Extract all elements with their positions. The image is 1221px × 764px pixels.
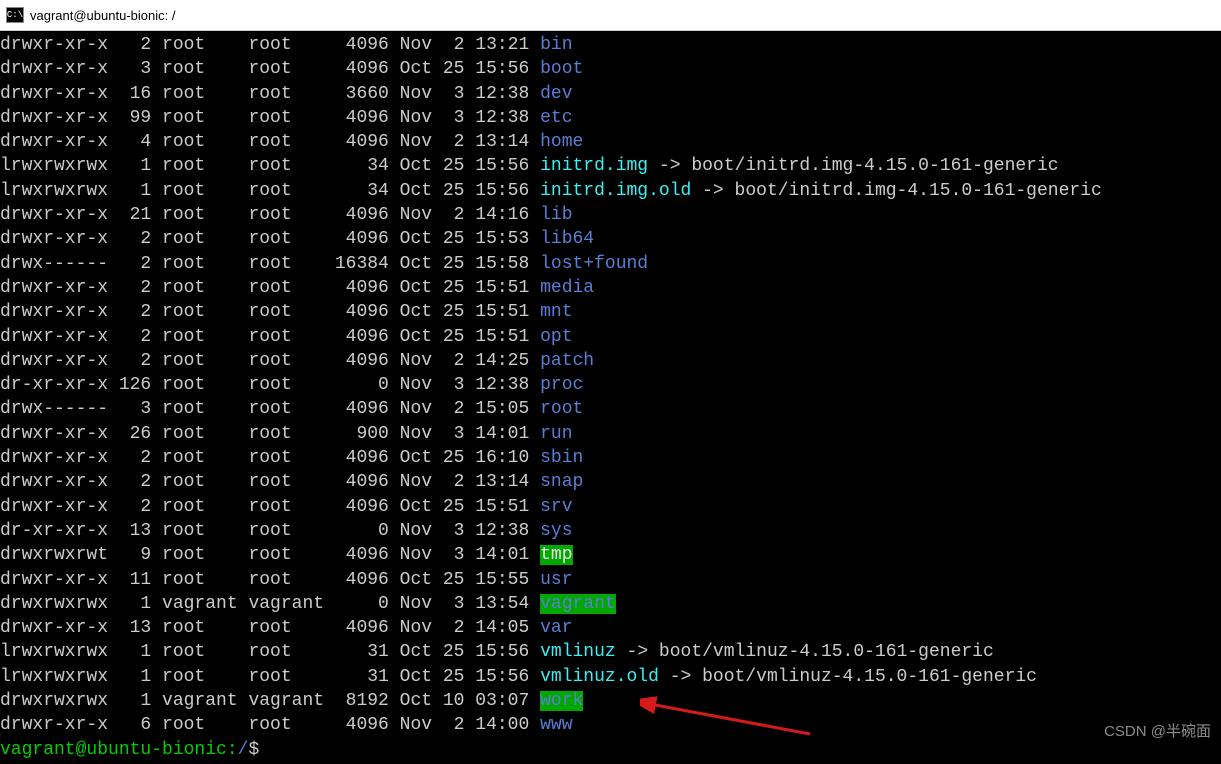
terminal-output[interactable]: drwxr-xr-x 2 root root 4096 Nov 2 13:21 … (0, 31, 1221, 764)
file-name: usr (540, 570, 572, 590)
ls-row: drwxrwxrwt 9 root root 4096 Nov 3 14:01 … (0, 543, 1221, 567)
file-name: initrd.img.old (540, 181, 691, 201)
window-titlebar: C:\ vagrant@ubuntu-bionic: / (0, 0, 1221, 31)
file-name: root (540, 399, 583, 419)
ls-row: drwxr-xr-x 99 root root 4096 Nov 3 12:38… (0, 106, 1221, 130)
file-name: boot (540, 59, 583, 79)
ls-row: drwxr-xr-x 2 root root 4096 Oct 25 15:53… (0, 227, 1221, 251)
file-name: www (540, 715, 572, 735)
symlink-arrow: -> boot/initrd.img-4.15.0-161-generic (691, 181, 1101, 201)
ls-row: lrwxrwxrwx 1 root root 34 Oct 25 15:56 i… (0, 154, 1221, 178)
terminal-app-icon: C:\ (6, 7, 24, 23)
file-name: patch (540, 351, 594, 371)
ls-row: lrwxrwxrwx 1 root root 31 Oct 25 15:56 v… (0, 665, 1221, 689)
file-name: home (540, 132, 583, 152)
ls-row: drwxr-xr-x 11 root root 4096 Oct 25 15:5… (0, 568, 1221, 592)
ls-row: drwxr-xr-x 4 root root 4096 Nov 2 13:14 … (0, 130, 1221, 154)
ls-row: drwxr-xr-x 2 root root 4096 Nov 2 13:21 … (0, 33, 1221, 57)
ls-row: drwxr-xr-x 2 root root 4096 Nov 2 13:14 … (0, 470, 1221, 494)
symlink-arrow: -> boot/initrd.img-4.15.0-161-generic (648, 156, 1058, 176)
window-title: vagrant@ubuntu-bionic: / (30, 8, 175, 23)
file-name: lib64 (540, 229, 594, 249)
file-name: srv (540, 497, 572, 517)
ls-row: drwxr-xr-x 2 root root 4096 Oct 25 15:51… (0, 276, 1221, 300)
ls-row: dr-xr-xr-x 13 root root 0 Nov 3 12:38 sy… (0, 519, 1221, 543)
file-name: vmlinuz (540, 642, 616, 662)
ls-row: drwxr-xr-x 3 root root 4096 Oct 25 15:56… (0, 57, 1221, 81)
ls-row: drwxrwxrwx 1 vagrant vagrant 8192 Oct 10… (0, 689, 1221, 713)
ls-row: drwxr-xr-x 16 root root 3660 Nov 3 12:38… (0, 82, 1221, 106)
shell-prompt[interactable]: vagrant@ubuntu-bionic:/$ (0, 738, 1221, 762)
file-name: vagrant (540, 594, 616, 614)
ls-row: drwxr-xr-x 2 root root 4096 Nov 2 14:25 … (0, 349, 1221, 373)
ls-row: drwxr-xr-x 26 root root 900 Nov 3 14:01 … (0, 422, 1221, 446)
file-name: vmlinuz.old (540, 667, 659, 687)
file-name: mnt (540, 302, 572, 322)
ls-row: drwx------ 3 root root 4096 Nov 2 15:05 … (0, 397, 1221, 421)
file-name: lib (540, 205, 572, 225)
file-name: sbin (540, 448, 583, 468)
ls-row: drwxr-xr-x 2 root root 4096 Oct 25 15:51… (0, 495, 1221, 519)
file-name: var (540, 618, 572, 638)
ls-row: drwxr-xr-x 21 root root 4096 Nov 2 14:16… (0, 203, 1221, 227)
ls-output: drwxr-xr-x 2 root root 4096 Nov 2 13:21 … (0, 33, 1221, 738)
ls-row: lrwxrwxrwx 1 root root 31 Oct 25 15:56 v… (0, 640, 1221, 664)
file-name: etc (540, 108, 572, 128)
file-name: run (540, 424, 572, 444)
ls-row: drwxr-xr-x 6 root root 4096 Nov 2 14:00 … (0, 713, 1221, 737)
ls-row: drwx------ 2 root root 16384 Oct 25 15:5… (0, 252, 1221, 276)
symlink-arrow: -> boot/vmlinuz-4.15.0-161-generic (616, 642, 994, 662)
file-name: media (540, 278, 594, 298)
file-name: opt (540, 327, 572, 347)
file-name: initrd.img (540, 156, 648, 176)
ls-row: drwxr-xr-x 2 root root 4096 Oct 25 15:51… (0, 325, 1221, 349)
ls-row: drwxr-xr-x 2 root root 4096 Oct 25 16:10… (0, 446, 1221, 470)
file-name: snap (540, 472, 583, 492)
ls-row: drwxr-xr-x 2 root root 4096 Oct 25 15:51… (0, 300, 1221, 324)
symlink-arrow: -> boot/vmlinuz-4.15.0-161-generic (659, 667, 1037, 687)
watermark-text: CSDN @半碗面 (1104, 722, 1211, 742)
ls-row: dr-xr-xr-x 126 root root 0 Nov 3 12:38 p… (0, 373, 1221, 397)
file-name: work (540, 691, 583, 711)
file-name: sys (540, 521, 572, 541)
ls-row: drwxrwxrwx 1 vagrant vagrant 0 Nov 3 13:… (0, 592, 1221, 616)
ls-row: lrwxrwxrwx 1 root root 34 Oct 25 15:56 i… (0, 179, 1221, 203)
file-name: lost+found (540, 254, 648, 274)
ls-row: drwxr-xr-x 13 root root 4096 Nov 2 14:05… (0, 616, 1221, 640)
file-name: dev (540, 84, 572, 104)
file-name: bin (540, 35, 572, 55)
file-name: tmp (540, 545, 572, 565)
file-name: proc (540, 375, 583, 395)
